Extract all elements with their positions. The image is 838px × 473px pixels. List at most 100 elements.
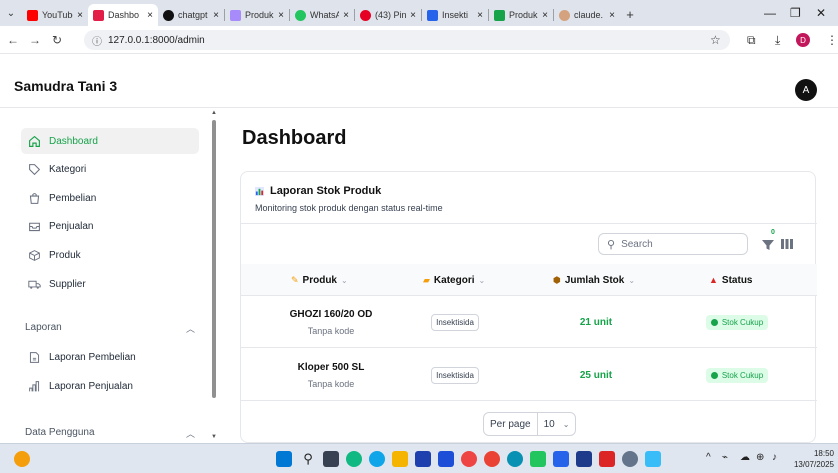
settings-icon[interactable] — [622, 451, 638, 467]
pdf-icon[interactable] — [599, 451, 615, 467]
status-dot-icon — [710, 318, 718, 326]
forward-icon[interactable]: → — [24, 33, 46, 47]
app-icon[interactable] — [461, 451, 477, 467]
browser-tab-active[interactable]: Dashbo × — [88, 4, 158, 26]
sidebar-group-data-pengguna[interactable]: Data Pengguna ︿ — [25, 427, 195, 440]
cloud-icon[interactable]: ☁ — [740, 452, 750, 463]
column-produk[interactable]: ✎ Produk ⌄ — [291, 264, 348, 296]
user-avatar[interactable]: A — [795, 79, 817, 101]
chevron-down-icon: ⌄ — [562, 419, 570, 429]
tab-label: Produk — [509, 10, 538, 20]
category-cell: Insektisida — [409, 349, 501, 401]
edge-icon[interactable] — [369, 451, 385, 467]
start-icon[interactable] — [276, 451, 292, 467]
sidebar-item-dashboard[interactable]: Dashboard — [21, 128, 199, 154]
search-icon: ⚲ — [607, 238, 616, 251]
column-kategori[interactable]: ▰ Kategori ⌄ — [423, 264, 485, 296]
close-icon[interactable]: × — [343, 10, 349, 21]
browser-tab[interactable]: Produk × — [489, 4, 553, 26]
profile-icon[interactable]: D — [796, 26, 810, 54]
close-icon[interactable]: × — [278, 10, 284, 21]
close-icon[interactable]: × — [542, 10, 548, 21]
search-input[interactable]: ⚲ Search — [598, 233, 748, 255]
table-row[interactable]: GHOZI 160/20 OD Tanpa kode Insektisida 2… — [241, 296, 817, 348]
browser-tab[interactable]: Insekti × — [422, 4, 488, 26]
new-tab-icon[interactable]: + — [620, 3, 640, 25]
app-icon[interactable] — [507, 451, 523, 467]
table-row[interactable]: Kloper 500 SL Tanpa kode Insektisida 25 … — [241, 349, 817, 401]
language-icon[interactable]: ⊕ — [756, 452, 764, 463]
app-icon[interactable] — [645, 451, 661, 467]
sidebar-scrollbar[interactable] — [212, 120, 216, 398]
restore-icon[interactable]: ❐ — [790, 0, 801, 26]
clock-date: 13/07/2025 — [793, 460, 834, 469]
clock-time: 18:50 — [813, 449, 834, 458]
back-icon[interactable]: ← — [2, 33, 24, 47]
sidebar-item-penjualan[interactable]: Penjualan — [21, 213, 199, 239]
close-icon[interactable]: × — [77, 10, 83, 21]
chevron-up-icon[interactable]: ^ — [706, 452, 711, 463]
sidebar-group-label: Laporan — [25, 322, 62, 333]
sidebar-group-laporan[interactable]: Laporan ︿ — [25, 322, 195, 335]
sidebar-item-supplier[interactable]: Supplier — [21, 271, 199, 297]
task-view-icon[interactable] — [323, 451, 339, 467]
sidebar-item-label: Dashboard — [49, 135, 98, 147]
site-info-icon[interactable]: ⓘ — [92, 33, 102, 48]
columns-icon[interactable] — [781, 238, 793, 250]
browser-tab[interactable]: (43) Pin × — [355, 4, 421, 26]
search-taskbar-icon[interactable]: ⚲ — [300, 451, 316, 467]
tab-search-icon[interactable]: ⌄ — [0, 0, 22, 26]
extensions-icon[interactable]: ⧉ — [747, 26, 756, 54]
status-dot-icon — [710, 371, 718, 379]
per-page-select[interactable]: 10 ⌄ — [538, 419, 576, 430]
tab-label: (43) Pin — [375, 10, 407, 20]
clock[interactable]: 18:50 13/07/2025 — [792, 448, 834, 470]
file-explorer-icon[interactable] — [392, 451, 408, 467]
app-icon[interactable] — [530, 451, 546, 467]
status-text: Stok Cukup — [721, 370, 764, 380]
browser-tab[interactable]: claude. × — [554, 4, 620, 26]
close-icon[interactable]: × — [609, 10, 615, 21]
chrome-icon[interactable] — [484, 451, 500, 467]
volume-icon[interactable]: ♪ — [772, 452, 777, 463]
close-icon[interactable]: × — [477, 10, 483, 21]
browser-tab[interactable]: Produk × — [225, 4, 289, 26]
store-icon[interactable] — [415, 451, 431, 467]
browser-tab[interactable]: WhatsA × — [290, 4, 354, 26]
close-icon[interactable]: × — [213, 10, 219, 21]
minimize-icon[interactable]: — — [764, 0, 776, 26]
sidebar-item-pembelian[interactable]: Pembelian — [21, 185, 199, 211]
sidebar-item-laporan-pembelian[interactable]: Laporan Pembelian — [21, 344, 199, 370]
vscode-icon[interactable] — [553, 451, 569, 467]
product-code: Tanpa kode — [307, 325, 355, 336]
filter-icon[interactable] — [761, 238, 775, 252]
column-jumlah-stok[interactable]: ⬢ Jumlah Stok ⌄ — [553, 264, 635, 296]
tab-label: Produk — [245, 10, 274, 20]
copilot-icon[interactable] — [346, 451, 362, 467]
network-icon[interactable]: ⌁ — [722, 452, 728, 463]
product-cell: GHOZI 160/20 OD Tanpa kode — [281, 296, 381, 348]
sidebar-item-produk[interactable]: Produk — [21, 242, 199, 268]
download-icon[interactable]: ⤓ — [775, 26, 780, 54]
url-field[interactable]: ⓘ 127.0.0.1:8000/admin — [84, 30, 730, 50]
pencil-icon: ✎ — [291, 274, 299, 285]
window-close-icon[interactable]: ✕ — [816, 0, 826, 26]
scroll-up-icon[interactable]: ▲ — [210, 110, 218, 116]
sidebar-item-laporan-penjualan[interactable]: Laporan Penjualan — [21, 373, 199, 399]
sidebar-item-kategori[interactable]: Kategori — [21, 156, 199, 182]
reload-icon[interactable]: ↻ — [46, 33, 68, 47]
word-icon[interactable] — [576, 451, 592, 467]
browser-tab[interactable]: YouTube × — [22, 4, 88, 26]
app-icon[interactable] — [438, 451, 454, 467]
weather-icon[interactable] — [14, 451, 30, 467]
brand-title: Samudra Tani 3 — [14, 78, 118, 94]
browser-tab[interactable]: chatgpt × — [158, 4, 224, 26]
pagination: Per page 10 ⌄ — [483, 412, 577, 436]
bookmark-star-icon[interactable]: ☆ — [710, 26, 721, 54]
browser-menu-icon[interactable]: ⋮ — [826, 26, 838, 54]
scroll-down-icon[interactable]: ▼ — [210, 434, 218, 440]
category-badge: Insektisida — [431, 366, 479, 384]
chevron-down-icon: ⌄ — [628, 275, 636, 285]
close-icon[interactable]: × — [147, 10, 153, 21]
close-icon[interactable]: × — [410, 10, 416, 21]
